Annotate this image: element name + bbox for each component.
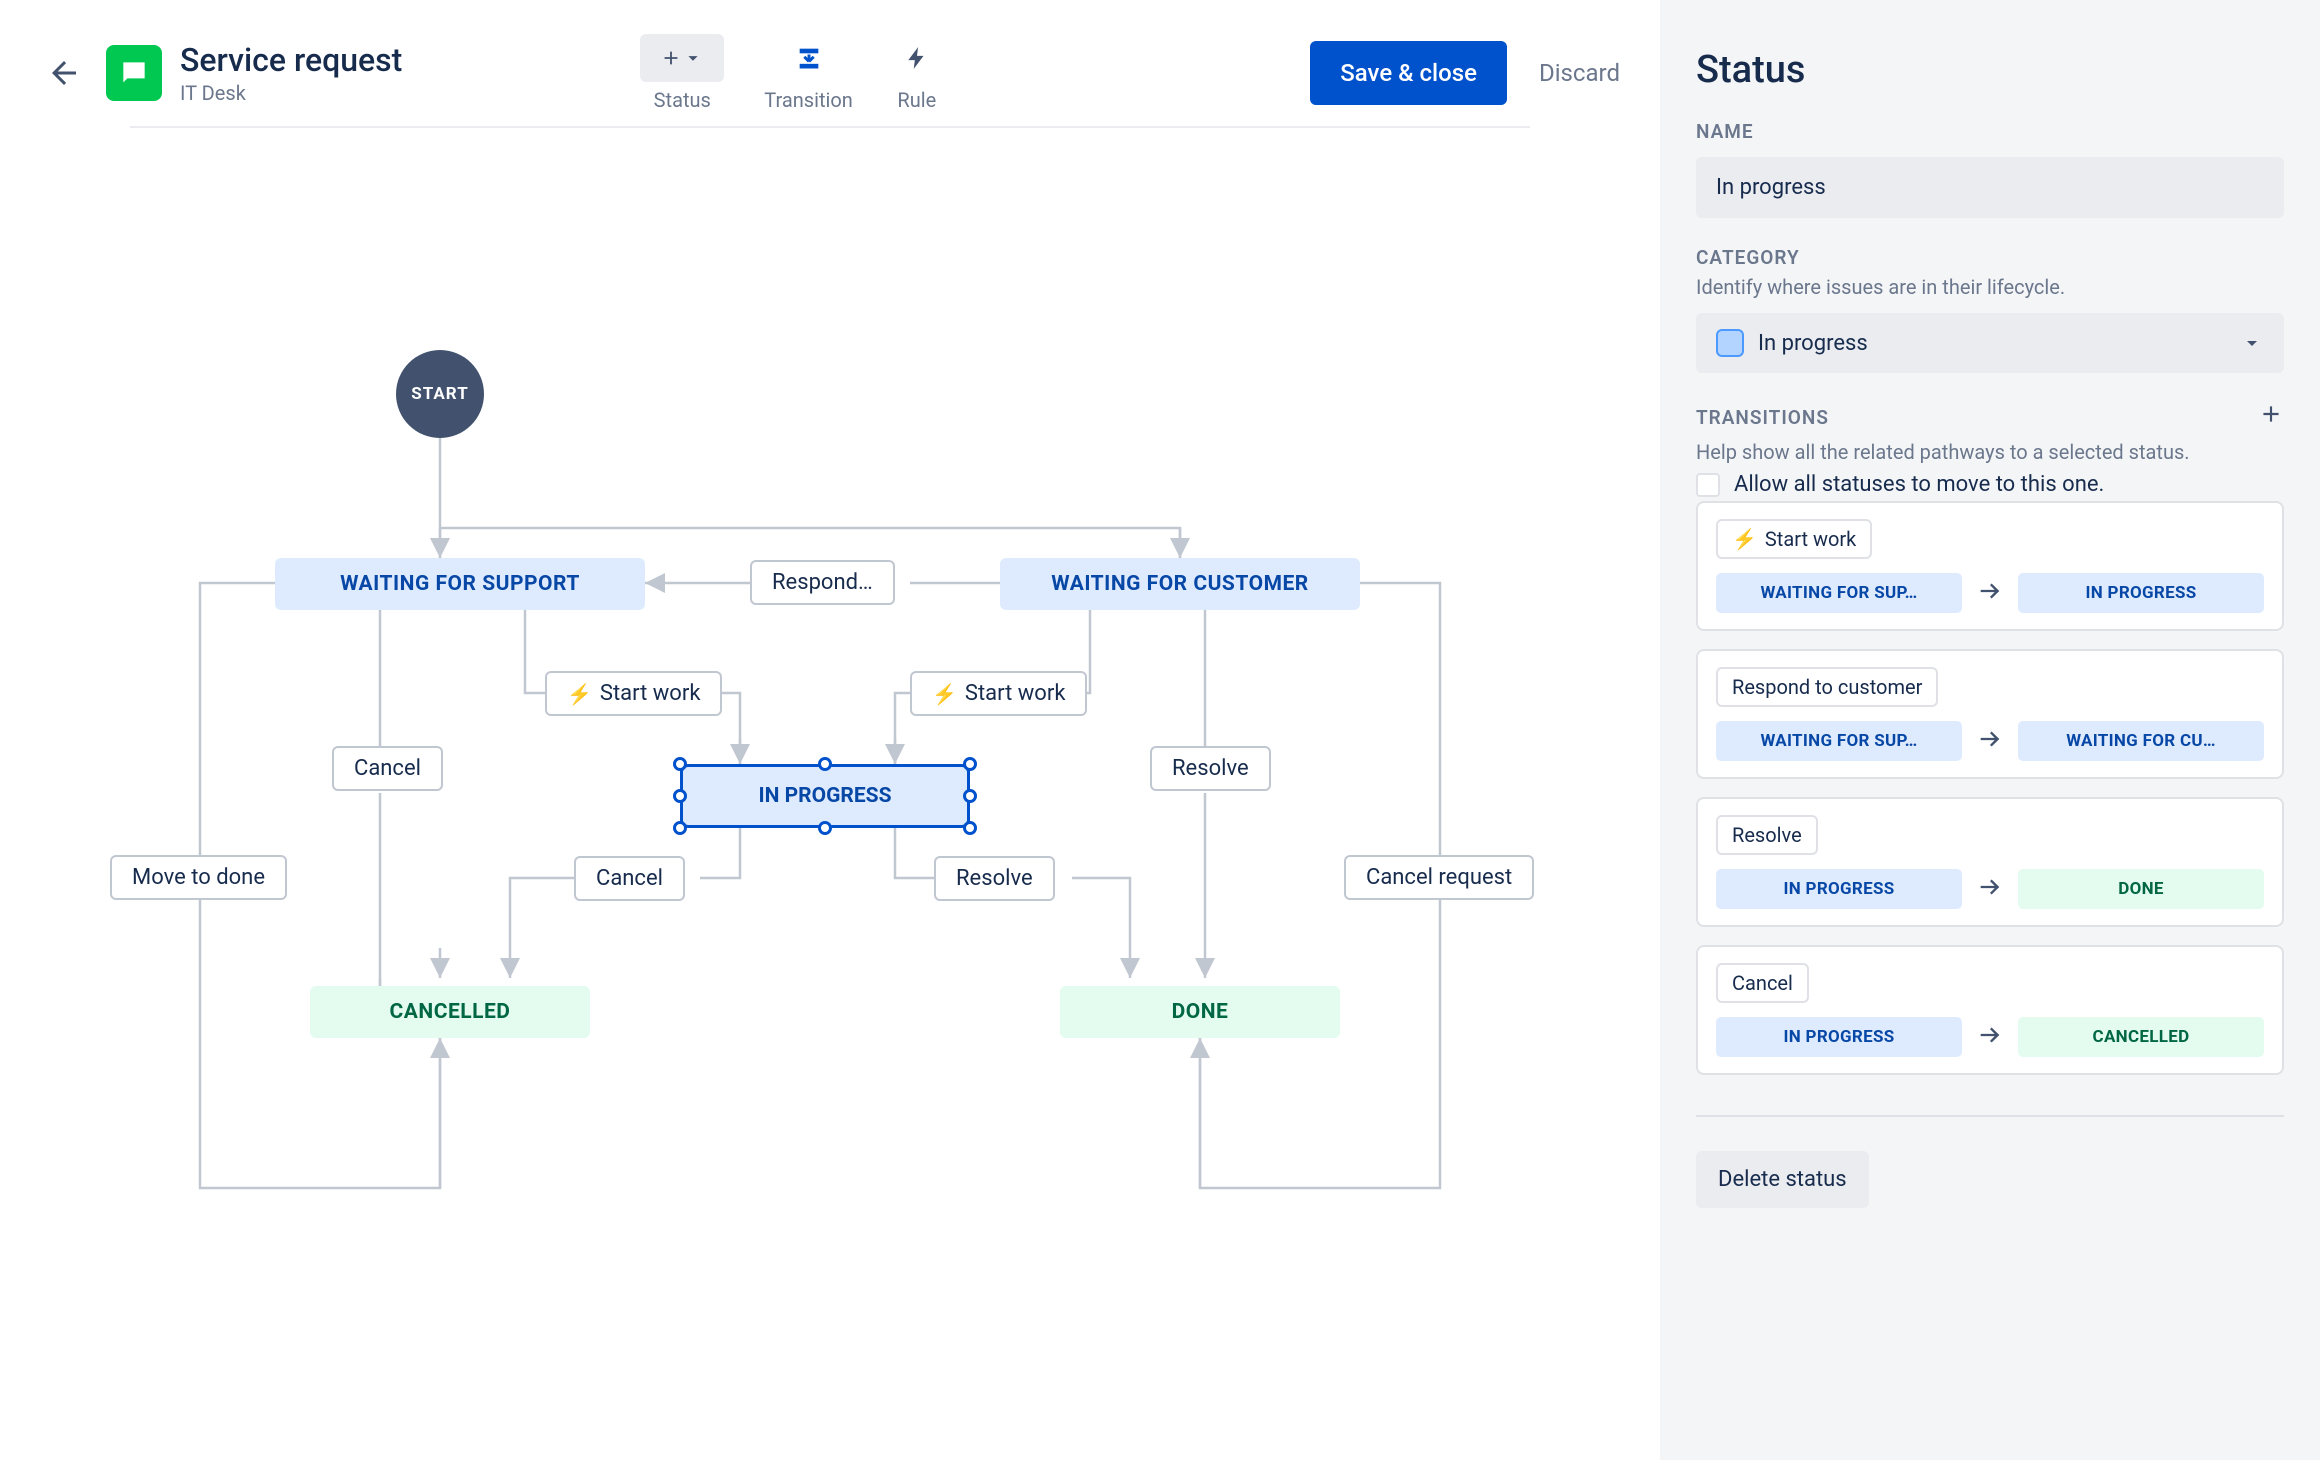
transition-label: Start work: [600, 681, 701, 706]
transition-to-status: IN PROGRESS: [2018, 573, 2264, 613]
transition-card[interactable]: ⚡Start work WAITING FOR SUP… IN PROGRESS: [1696, 501, 2284, 631]
sidebar-divider: [1696, 1115, 2284, 1117]
transitions-label: TRANSITIONS: [1696, 406, 1829, 429]
transition-to-status: CANCELLED: [2018, 1017, 2264, 1057]
category-value: In progress: [1758, 331, 1868, 356]
add-rule-button[interactable]: [893, 34, 941, 82]
project-icon: [106, 45, 162, 101]
transition-cancel-2[interactable]: Cancel: [574, 856, 685, 901]
transition-card-title: Cancel: [1716, 963, 1809, 1003]
page-title: Service request: [180, 41, 402, 79]
save-close-button[interactable]: Save & close: [1310, 41, 1507, 105]
project-name: IT Desk: [180, 81, 402, 105]
transition-card-title: Resolve: [1716, 815, 1818, 855]
category-description: Identify where issues are in their lifec…: [1696, 275, 2284, 299]
status-in-progress-selected[interactable]: IN PROGRESS: [680, 764, 970, 828]
transition-card-title: ⚡Start work: [1716, 519, 1872, 559]
arrow-right-icon: [1976, 873, 2004, 905]
transition-respond[interactable]: Respond…: [750, 560, 895, 605]
rule-tool-label: Rule: [897, 88, 936, 112]
delete-status-button[interactable]: Delete status: [1696, 1151, 1869, 1208]
transition-card-title: Respond to customer: [1716, 667, 1938, 707]
transition-card[interactable]: Resolve IN PROGRESS DONE: [1696, 797, 2284, 927]
arrow-right-icon: [1976, 1021, 2004, 1053]
transition-move-to-done[interactable]: Move to done: [110, 855, 287, 900]
transition-start-work-2[interactable]: ⚡ Start work: [910, 671, 1087, 716]
transition-card[interactable]: Respond to customer WAITING FOR SUP… WAITI…: [1696, 649, 2284, 779]
workflow-canvas[interactable]: START WAITING FOR SUPPORT WAITING FOR CU…: [0, 128, 1660, 1460]
status-cancelled[interactable]: CANCELLED: [310, 986, 590, 1038]
add-status-button[interactable]: [640, 34, 724, 82]
transition-to-status: DONE: [2018, 869, 2264, 909]
transition-tool-label: Transition: [764, 88, 853, 112]
transition-start-work-1[interactable]: ⚡ Start work: [545, 671, 722, 716]
chevron-down-icon: [682, 47, 704, 69]
transition-cancel-1[interactable]: Cancel: [332, 746, 443, 791]
bolt-icon: ⚡: [567, 682, 592, 706]
category-label: CATEGORY: [1696, 246, 2284, 269]
transition-label: Start work: [965, 681, 1066, 706]
transition-from-status: IN PROGRESS: [1716, 1017, 1962, 1057]
name-label: NAME: [1696, 120, 2284, 143]
plus-icon: [660, 47, 682, 69]
allow-all-checkbox[interactable]: [1696, 473, 1720, 497]
status-details-panel: Status NAME In progress CATEGORY Identif…: [1660, 0, 2320, 1460]
category-select[interactable]: In progress: [1696, 313, 2284, 373]
plus-icon: [2258, 401, 2284, 427]
arrow-right-icon: [1976, 577, 2004, 609]
transition-icon: [795, 44, 823, 72]
transition-resolve-2[interactable]: Resolve: [934, 856, 1055, 901]
transition-card[interactable]: Cancel IN PROGRESS CANCELLED: [1696, 945, 2284, 1075]
back-button[interactable]: [40, 49, 88, 97]
status-done[interactable]: DONE: [1060, 986, 1340, 1038]
bolt-icon: [904, 45, 930, 71]
chevron-down-icon: [2240, 331, 2264, 355]
arrow-right-icon: [1976, 725, 2004, 757]
transitions-description: Help show all the related pathways to a …: [1696, 440, 2284, 464]
category-swatch-icon: [1716, 329, 1744, 357]
allow-all-label: Allow all statuses to move to this one.: [1734, 472, 2104, 497]
add-transition-button[interactable]: [2258, 401, 2284, 434]
transition-resolve-1[interactable]: Resolve: [1150, 746, 1271, 791]
transition-to-status: WAITING FOR CU…: [2018, 721, 2264, 761]
add-transition-button[interactable]: [785, 34, 833, 82]
bolt-icon: ⚡: [1732, 527, 1757, 551]
start-node[interactable]: START: [396, 350, 484, 438]
discard-button[interactable]: Discard: [1539, 59, 1620, 87]
sidebar-title: Status: [1696, 48, 2284, 92]
bolt-icon: ⚡: [932, 682, 957, 706]
transition-cancel-request[interactable]: Cancel request: [1344, 855, 1534, 900]
status-waiting-for-customer[interactable]: WAITING FOR CUSTOMER: [1000, 558, 1360, 610]
status-tool-label: Status: [654, 88, 711, 112]
transition-from-status: WAITING FOR SUP…: [1716, 573, 1962, 613]
transition-from-status: IN PROGRESS: [1716, 869, 1962, 909]
transition-from-status: WAITING FOR SUP…: [1716, 721, 1962, 761]
status-waiting-for-support[interactable]: WAITING FOR SUPPORT: [275, 558, 645, 610]
status-name-input[interactable]: In progress: [1696, 157, 2284, 218]
